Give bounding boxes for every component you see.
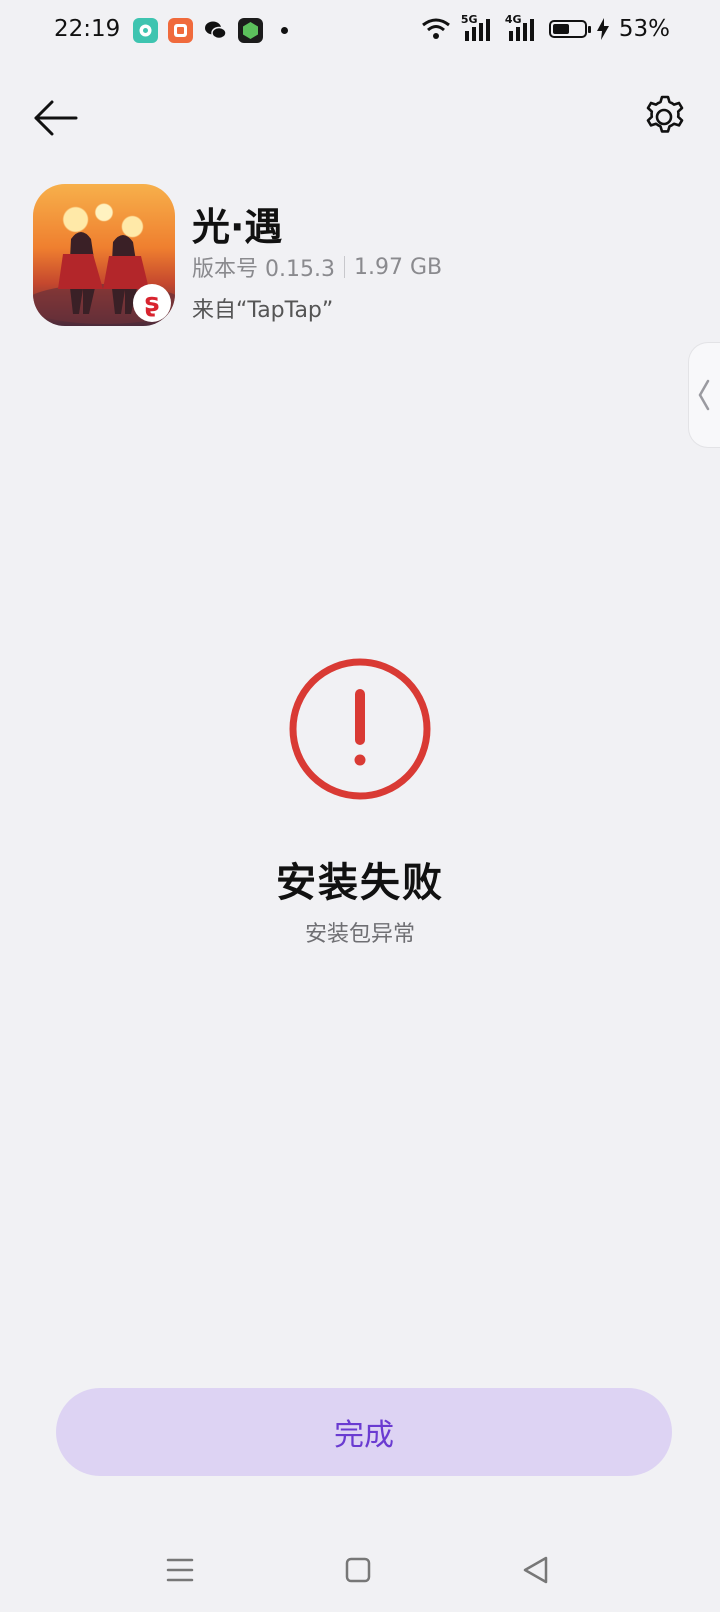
app-meta: 版本号 0.15.3 1.97 GB bbox=[192, 251, 442, 283]
back-triangle-icon bbox=[523, 1556, 548, 1584]
signal-5g-icon: 5G bbox=[461, 13, 495, 41]
back-arrow-icon bbox=[34, 100, 78, 136]
navigation-bar bbox=[0, 1540, 720, 1600]
shop-app-icon bbox=[168, 18, 193, 43]
gear-icon bbox=[646, 95, 684, 133]
app-size: 1.97 GB bbox=[353, 254, 443, 280]
message-app-icon bbox=[133, 18, 158, 43]
more-notifications-dot bbox=[281, 27, 288, 34]
app-version: 版本号 0.15.3 bbox=[192, 257, 335, 282]
signal-4g-icon: 4G bbox=[505, 13, 539, 41]
notification-icons bbox=[133, 18, 288, 43]
app-name: 光·遇 bbox=[192, 205, 283, 249]
warning-icon bbox=[289, 658, 431, 800]
menu-icon bbox=[166, 1558, 194, 1582]
battery-fill bbox=[552, 24, 569, 34]
status-bar: 22:19 5G 4G 53% bbox=[0, 0, 720, 64]
back-button[interactable] bbox=[30, 92, 82, 144]
battery-percent: 53% bbox=[618, 16, 670, 42]
result-subtitle: 安装包异常 bbox=[304, 922, 415, 947]
wechat-icon bbox=[203, 18, 228, 43]
nav-back-button[interactable] bbox=[516, 1550, 556, 1590]
app-source: 来自“TapTap” bbox=[192, 298, 334, 323]
netease-badge-icon: ʂ bbox=[133, 284, 171, 322]
nav-home-button[interactable] bbox=[338, 1550, 378, 1590]
side-panel-handle[interactable] bbox=[688, 342, 720, 448]
nav-menu-button[interactable] bbox=[160, 1550, 200, 1590]
charging-icon bbox=[596, 18, 609, 40]
done-button[interactable]: 完成 bbox=[56, 1388, 672, 1476]
app-icon: ʂ bbox=[33, 184, 175, 326]
status-time: 22:19 bbox=[54, 16, 121, 42]
status-indicators: 5G 4G 53% bbox=[421, 13, 670, 42]
chevron-left-icon bbox=[698, 379, 710, 411]
result-title: 安装失败 bbox=[276, 860, 444, 906]
settings-button[interactable] bbox=[640, 93, 688, 141]
meta-divider bbox=[343, 256, 345, 278]
battery-icon bbox=[548, 20, 591, 38]
wifi-icon bbox=[421, 18, 450, 39]
home-square-icon bbox=[345, 1557, 371, 1583]
game-app-icon bbox=[238, 18, 263, 43]
